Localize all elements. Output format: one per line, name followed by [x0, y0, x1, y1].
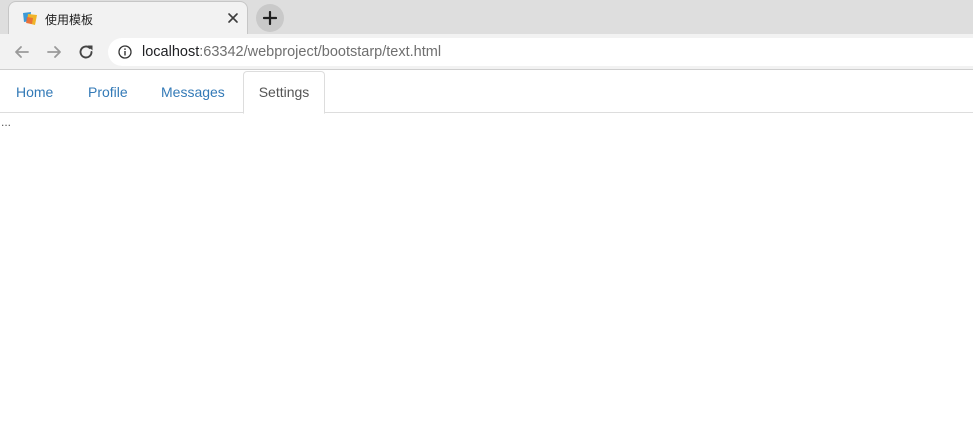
browser-tab[interactable]: 使用模板 — [8, 1, 248, 34]
page-content: Home Profile Messages Settings ... — [0, 71, 973, 428]
reload-icon[interactable] — [76, 42, 96, 62]
plus-icon — [263, 11, 277, 25]
tab-home[interactable]: Home — [1, 71, 68, 113]
tab-profile[interactable]: Profile — [73, 71, 143, 113]
new-tab-button[interactable] — [256, 4, 284, 32]
tab-settings[interactable]: Settings — [243, 71, 325, 114]
browser-toolbar: localhost:63342/webproject/bootstarp/tex… — [0, 34, 973, 70]
url-text: localhost:63342/webproject/bootstarp/tex… — [142, 44, 441, 60]
forward-arrow-icon[interactable] — [44, 42, 64, 62]
browser-tabstrip: 使用模板 — [0, 0, 973, 34]
browser-tab-title: 使用模板 — [45, 13, 94, 27]
url-host: localhost — [142, 44, 200, 60]
address-bar[interactable]: localhost:63342/webproject/bootstarp/tex… — [108, 38, 973, 66]
back-arrow-icon[interactable] — [12, 42, 32, 62]
close-icon[interactable] — [225, 10, 241, 26]
tab-pane-content: ... — [1, 115, 12, 129]
nav-tabs: Home Profile Messages Settings — [0, 71, 973, 114]
favicon-icon — [22, 11, 38, 27]
tab-messages[interactable]: Messages — [146, 71, 240, 113]
url-path: :63342/webproject/bootstarp/text.html — [199, 44, 442, 60]
info-icon[interactable] — [118, 45, 132, 59]
